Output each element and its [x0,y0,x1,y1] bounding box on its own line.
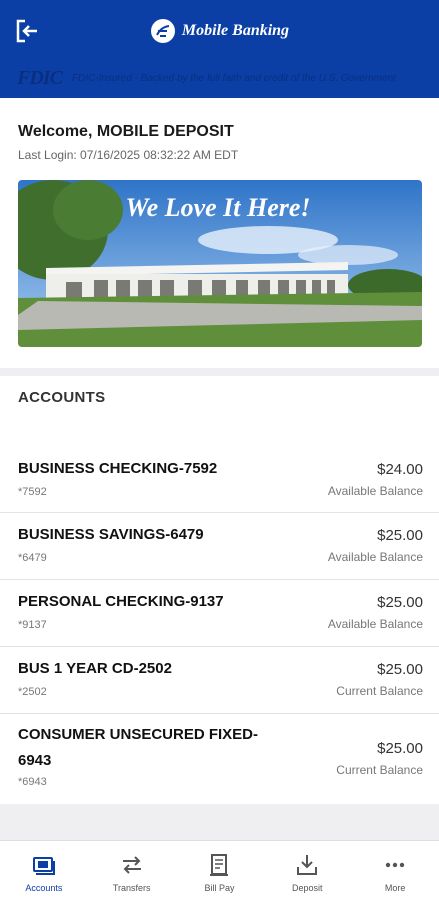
tab-deposit[interactable]: Deposit [263,841,351,900]
account-mask: *6479 [18,552,47,564]
account-name: BUSINESS SAVINGS-6479 [18,526,204,543]
account-row[interactable]: BUSINESS CHECKING-7592 *7592 $24.00 Avai… [0,448,439,513]
account-name: BUS 1 YEAR CD-2502 [18,660,172,677]
welcome-title: Welcome, MOBILE DEPOSIT [18,123,234,140]
tab-label: More [384,883,406,893]
account-name: BUSINESS CHECKING-7592 [18,460,218,477]
more-dots-icon [385,862,405,868]
tab-bill-pay[interactable]: Bill Pay [176,841,264,900]
brand-title: Mobile Banking [181,22,290,39]
account-row[interactable]: BUSINESS SAVINGS-6479 *6479 $25.00 Avail… [0,514,439,580]
accounts-section: ACCOUNTS BUSINESS CHECKING-7592 *7592 $2… [0,376,439,804]
last-login: Last Login: 07/16/2025 08:32:22 AM EDT [18,148,239,162]
balance-label: Current Balance [336,684,423,698]
welcome-card: Welcome, MOBILE DEPOSIT Last Login: 07/1… [0,98,439,368]
tab-label: Deposit [292,883,323,893]
account-balance: $25.00 [377,594,423,611]
account-balance: $25.00 [377,527,423,544]
account-balance: $24.00 [377,461,423,478]
account-mask: *6943 [18,776,47,788]
account-row[interactable]: CONSUMER UNSECURED FIXED-6943 *6943 $25.… [0,715,439,804]
banner-image: We Love It Here! [18,180,422,347]
account-mask: *9137 [18,619,47,631]
tab-transfers[interactable]: Transfers [88,841,176,900]
tab-more[interactable]: More [351,841,439,900]
bottom-tab-bar: Accounts Transfers Bill Pay Deposit More [0,840,439,900]
fdic-disclaimer: FDIC-Insured - Backed by the full faith … [71,72,396,84]
bank-logo-icon [150,19,175,43]
bill-icon [210,854,229,876]
accounts-icon [32,857,55,875]
account-balance: $25.00 [377,661,423,678]
banner-text: We Love It Here! [125,193,310,222]
account-row[interactable]: BUS 1 YEAR CD-2502 *2502 $25.00 Current … [0,648,439,714]
fdic-bar: FDIC FDIC-Insured - Backed by the full f… [0,60,439,96]
app-header: Mobile Banking FDIC FDIC-Insured - Backe… [0,0,439,98]
balance-label: Available Balance [327,550,423,564]
account-mask: *7592 [18,486,47,498]
deposit-icon [297,855,318,875]
accounts-title: ACCOUNTS [18,389,106,406]
brand: Mobile Banking [0,16,439,46]
tab-label: Transfers [112,883,151,893]
account-row[interactable]: PERSONAL CHECKING-9137 *9137 $25.00 Avai… [0,581,439,647]
tab-accounts[interactable]: Accounts [0,841,88,900]
balance-label: Available Balance [327,484,423,498]
tab-label: Bill Pay [204,883,235,893]
account-name: CONSUMER UNSECURED FIXED-6943 [18,726,259,769]
account-balance: $25.00 [377,740,423,757]
tab-label: Accounts [25,883,63,893]
account-name: PERSONAL CHECKING-9137 [18,593,224,610]
balance-label: Available Balance [327,617,423,631]
fdic-logo: FDIC [17,66,63,89]
bank-building-photo: We Love It Here! [18,180,422,347]
balance-label: Current Balance [336,763,423,777]
account-mask: *2502 [18,686,47,698]
transfer-arrows-icon [122,856,141,874]
